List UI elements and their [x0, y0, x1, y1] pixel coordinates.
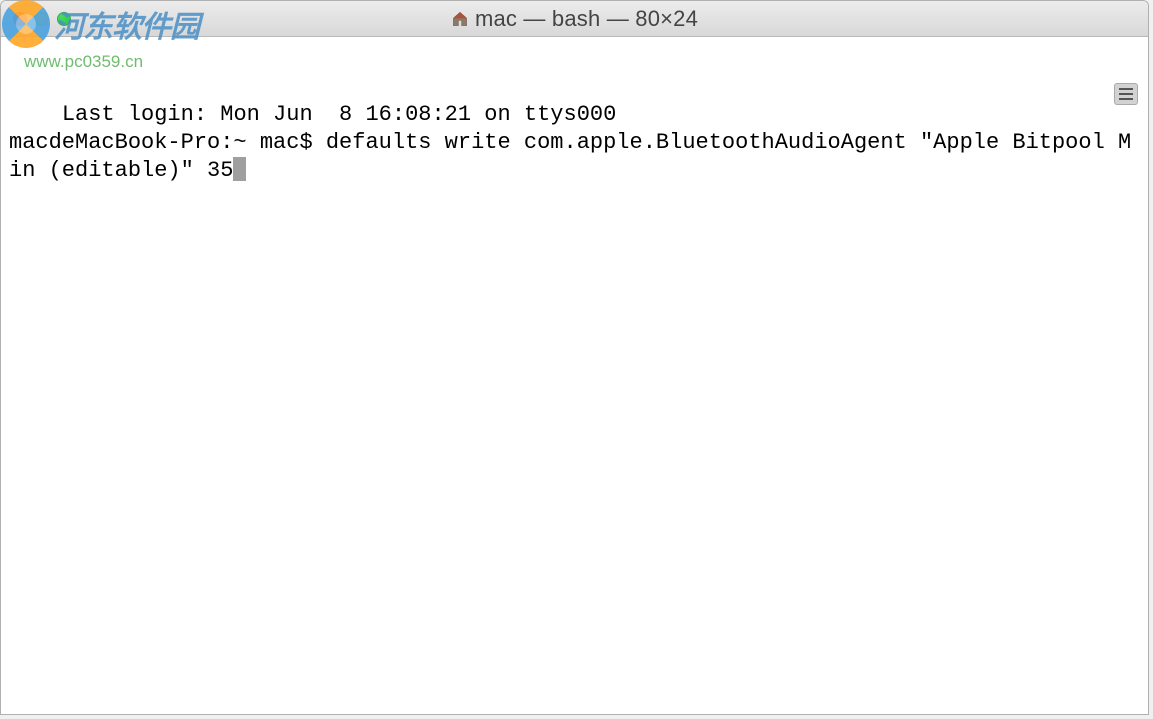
prompt-text: macdeMacBook-Pro:~ mac$: [9, 130, 326, 155]
terminal-body[interactable]: Last login: Mon Jun 8 16:08:21 on ttys00…: [1, 37, 1148, 714]
last-login-line: Last login: Mon Jun 8 16:08:21 on ttys00…: [62, 102, 617, 127]
cursor: [233, 157, 246, 181]
minimize-button[interactable]: [35, 12, 49, 26]
hamburger-icon[interactable]: [1114, 83, 1138, 105]
zoom-button[interactable]: [57, 12, 71, 26]
home-icon: [451, 10, 469, 28]
window-title: mac — bash — 80×24: [475, 6, 698, 32]
titlebar[interactable]: mac — bash — 80×24: [1, 1, 1148, 37]
close-button[interactable]: [13, 12, 27, 26]
traffic-lights: [13, 12, 71, 26]
terminal-window: mac — bash — 80×24 Last login: Mon Jun 8…: [0, 0, 1149, 715]
title-container: mac — bash — 80×24: [1, 6, 1148, 32]
